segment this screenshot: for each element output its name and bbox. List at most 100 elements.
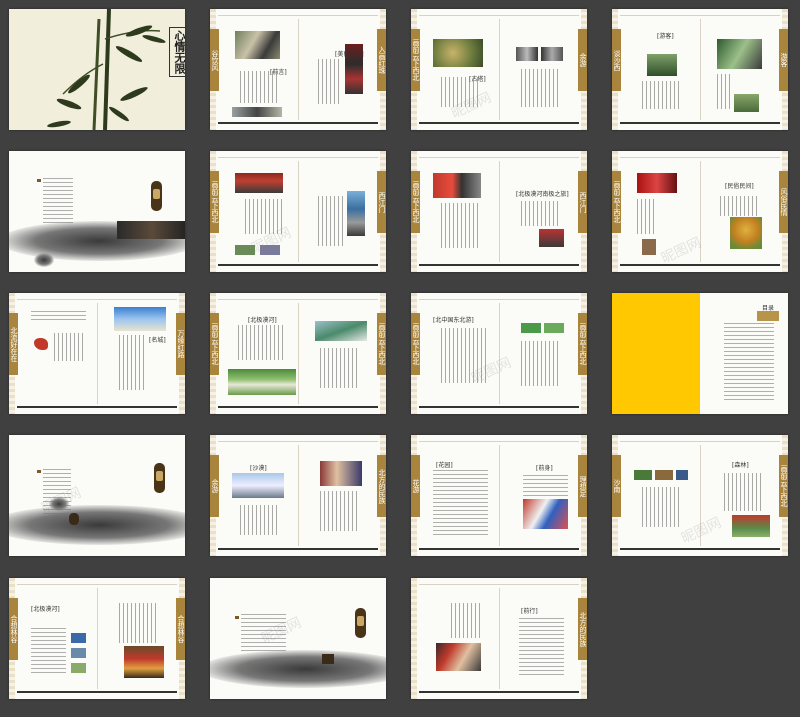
section-heading: [北极漠河]: [31, 606, 60, 613]
chapter-tab-left: 画前云下西北: [411, 313, 420, 375]
body-text: [637, 199, 657, 234]
chapter-tab-left: 余游: [210, 455, 219, 517]
body-text: [724, 473, 764, 511]
page-divider: [700, 19, 701, 120]
page-thumbnail-2[interactable]: 谷饮风 入画红珠 [前言] [美丽前言]: [210, 9, 386, 130]
chapter-tab-left: 花游: [411, 455, 420, 517]
page-thumbnail-19[interactable]: 北方的民族 [前行]: [411, 578, 587, 699]
chapter-tab-left: 画前云下西北: [210, 313, 219, 375]
thumb-photo: [676, 470, 688, 480]
sky-photo: [232, 473, 284, 498]
cover-title: 心情无限: [169, 27, 185, 77]
body-text: [54, 333, 84, 361]
people-photo: [235, 31, 280, 59]
chapter-tab-left: 沙南: [612, 455, 621, 517]
section-heading: [北中国东北游]: [433, 317, 474, 324]
chapter-tab-left: 画前云下西北: [411, 171, 420, 233]
cover-page[interactable]: 心情无限: [9, 9, 185, 130]
body-text: [441, 203, 481, 248]
temple-photo: [730, 217, 762, 249]
chapter-tab-right: 游客: [779, 29, 788, 91]
page-thumbnail-10[interactable]: 画前云下西北 画前云下西北 [北极漠河]: [210, 293, 386, 414]
page-thumbnail-7[interactable]: 画前云下西北 西江门 [北极漠河南极之旅]: [411, 151, 587, 272]
ink-wash: [9, 505, 185, 545]
page-divider: [499, 588, 500, 689]
china-map: [34, 338, 48, 350]
thumb-photo: [71, 633, 86, 643]
seal-icon: [151, 181, 162, 211]
page-thumbnail-18[interactable]: [210, 578, 386, 699]
page-thumbnail-4[interactable]: 谈沙西 游客 [游客]: [612, 9, 788, 130]
red-photo: [345, 44, 363, 94]
page-thumbnail-14[interactable]: 余游 北方的民族 [沙漠]: [210, 435, 386, 556]
chapter-tab-left: 画前云下西北: [612, 171, 621, 233]
list-bullet: [235, 616, 239, 619]
crowd-photo: [717, 39, 762, 69]
contents-list: [43, 178, 73, 226]
boat-photo: [117, 221, 185, 239]
page-thumbnail-8[interactable]: 画前云下西北 风俗民情 [民俗民间]: [612, 151, 788, 272]
body-text: [521, 341, 561, 386]
page-thumbnail-17[interactable]: 合想林谷 合想林谷 [北极漠河]: [9, 578, 185, 699]
page-divider: [499, 445, 500, 546]
body-text: [523, 475, 568, 497]
street-photo: [516, 47, 538, 61]
section-heading: [森林]: [732, 462, 749, 469]
thumb-photo: [634, 470, 652, 480]
aerial-photo: [315, 321, 367, 341]
landscape-photo: [232, 107, 282, 117]
chapter-tab-right: 入画红珠: [377, 29, 386, 91]
page-thumbnail-3[interactable]: 画前云下西北 余游 [古塔]: [411, 9, 587, 130]
figure-photo: [69, 513, 79, 525]
crowd-photo: [436, 643, 481, 671]
street-photo: [541, 47, 563, 61]
body-text: [320, 491, 360, 531]
thumb-photo: [71, 663, 86, 673]
section-heading: [北极漠河南极之旅]: [516, 191, 569, 198]
body-text: [318, 196, 343, 246]
page-thumbnail-13[interactable]: [9, 435, 185, 556]
bamboo-illustration: [47, 9, 166, 130]
performance-photo: [523, 499, 568, 529]
body-text: [238, 325, 283, 360]
body-text: [119, 603, 159, 643]
chapter-tab-left: 合想林谷: [9, 598, 18, 660]
page-divider: [97, 588, 98, 689]
page-divider: [499, 19, 500, 120]
chapter-tab-right: 北方的民族: [377, 455, 386, 517]
chapter-tab-left: 北流好在在: [9, 313, 18, 375]
seal-icon: [154, 463, 165, 493]
body-text: [119, 335, 144, 390]
page-thumbnail-15[interactable]: 花游 理想足 [花园] [前身]: [411, 435, 587, 556]
palace-photo: [124, 646, 164, 678]
list-bullet: [37, 470, 41, 473]
chapter-tab-right: 西江门: [578, 171, 587, 233]
section-heading: [民俗民间]: [725, 183, 754, 190]
forest-photo: [647, 54, 677, 76]
page-thumbnail-6[interactable]: 画前云下西北 西江门: [210, 151, 386, 272]
page-thumbnail-11[interactable]: 画前云下西北 画前云下西北 [北中国东北游]: [411, 293, 587, 414]
chapter-tab-right: 合想林谷: [176, 598, 185, 660]
section-heading: [北极漠河]: [248, 317, 277, 324]
thumb-photo: [655, 470, 673, 480]
body-text: [240, 505, 280, 535]
page-thumbnail-9[interactable]: 北流好在在 万缘红路 [名城]: [9, 293, 185, 414]
page-divider: [298, 19, 299, 120]
body-text: [240, 71, 280, 103]
header-photo: [757, 311, 779, 321]
page-thumbnail-12[interactable]: 目录: [612, 293, 788, 414]
body-text: [31, 628, 66, 673]
pavilion-photo: [347, 191, 365, 236]
body-text: [451, 603, 481, 638]
chapter-tab-right: 画前云下西北: [779, 455, 788, 517]
body-text: [521, 69, 561, 107]
thumb-photo: [71, 648, 86, 658]
section-heading: [游客]: [657, 33, 674, 40]
green-photo: [521, 323, 541, 333]
chapter-tab-right: 余游: [578, 29, 587, 91]
section-heading: [前身]: [536, 465, 553, 472]
chapter-tab-right: 理想足: [578, 455, 587, 517]
seal-icon: [355, 608, 366, 638]
page-thumbnail-5[interactable]: [9, 151, 185, 272]
chapter-tab-right: 画前云下西北: [377, 313, 386, 375]
